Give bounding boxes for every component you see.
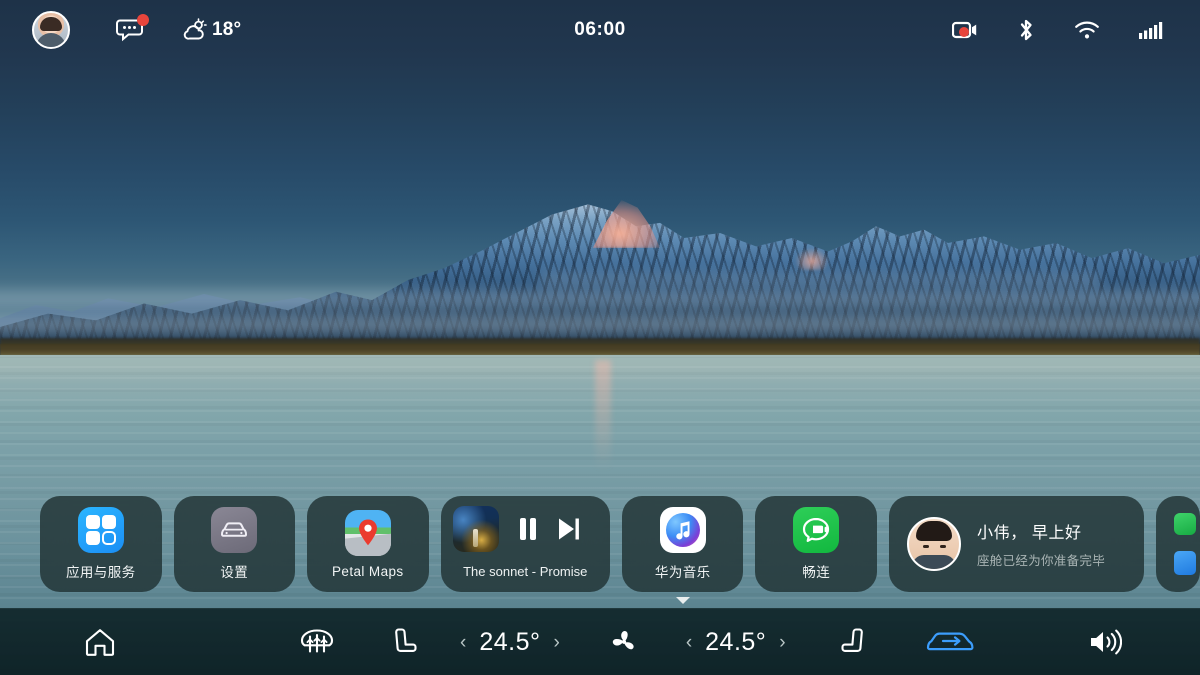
driver-seat-heat-button[interactable] [388, 626, 420, 658]
peek-green-app-icon [1174, 513, 1197, 535]
home-button[interactable] [84, 627, 116, 657]
infotainment-home-screen: 18° 06:00 应用与服务 设置 Petal Maps The sonnet… [0, 0, 1200, 675]
media-controls-row [452, 506, 598, 552]
driver-temperature-control: ‹ 24.5° › [460, 628, 560, 657]
chevron-down-icon[interactable] [675, 597, 690, 604]
clock: 06:00 [574, 19, 626, 40]
dock-label-settings: 设置 [220, 565, 249, 580]
driver-seat-icon [395, 628, 417, 652]
dock-card-settings[interactable]: 设置 [173, 496, 296, 592]
video-call-icon [793, 507, 840, 553]
passenger-seat-icon [841, 628, 863, 652]
fan-icon [612, 631, 634, 650]
dock-card-apps[interactable]: 应用与服务 [40, 496, 162, 592]
air-recirculation-button[interactable] [924, 626, 980, 658]
passenger-temp-decrease-button[interactable]: ‹ [686, 633, 692, 652]
greeting-title: 小伟， 早上好 [977, 525, 1082, 542]
climate-control-bar: ‹ 24.5° › ‹ 24.5° › [0, 608, 1200, 675]
album-art[interactable] [452, 506, 499, 552]
driver-temp-increase-button[interactable]: › [553, 633, 559, 652]
media-pause-button[interactable] [517, 516, 539, 542]
peek-blue-app-icon [1174, 551, 1197, 575]
passenger-temperature-control: ‹ 24.5° › [686, 628, 786, 657]
dashcam-recording-icon[interactable] [952, 20, 978, 40]
fan-button[interactable] [608, 626, 640, 658]
volume-icon [1091, 629, 1122, 655]
wallpaper-water-reflection [595, 360, 611, 470]
dock-card-greeting[interactable]: 小伟， 早上好 座舱已经为你准备完毕 [889, 496, 1145, 592]
driver-temperature-value: 24.5° [479, 627, 541, 656]
app-dock: 应用与服务 设置 Petal Maps The sonnet - Promise… [0, 496, 1200, 608]
air-recirculation-icon [926, 632, 974, 651]
dock-label-meetime: 畅连 [802, 565, 831, 580]
rear-defrost-icon [300, 629, 334, 653]
greeting-subtitle: 座舱已经为你准备完毕 [977, 554, 1106, 568]
status-bar: 18° 06:00 [0, 0, 1200, 60]
passenger-seat-heat-button[interactable] [838, 626, 870, 658]
dock-card-peek[interactable] [1156, 496, 1200, 592]
media-next-button[interactable] [557, 516, 581, 542]
volume-button[interactable] [1088, 627, 1122, 657]
map-pin-icon [344, 509, 391, 556]
greeting-text: 小伟， 早上好 座舱已经为你准备完毕 [977, 519, 1105, 569]
dock-label-maps: Petal Maps [332, 563, 404, 579]
music-note-icon [659, 507, 706, 553]
dock-card-media-player: The sonnet - Promise [440, 496, 610, 592]
dock-card-music[interactable]: 华为音乐 [621, 496, 744, 604]
app-grid-icon [77, 507, 124, 553]
car-settings-icon [211, 507, 258, 553]
wallpaper-mist-low [0, 308, 1200, 342]
dock-card-meetime[interactable]: 畅连 [755, 496, 877, 592]
passenger-temperature-value: 24.5° [705, 627, 767, 656]
dock-card-maps[interactable]: Petal Maps [307, 496, 429, 592]
recording-indicator-dot [959, 27, 969, 37]
passenger-temp-increase-button[interactable]: › [779, 633, 785, 652]
greeting-avatar [907, 517, 961, 571]
wallpaper-secondary-alpenglow [795, 248, 829, 270]
pause-icon [519, 518, 536, 540]
dock-label-music: 华为音乐 [654, 565, 711, 580]
home-icon [85, 629, 115, 656]
driver-temp-decrease-button[interactable]: ‹ [460, 633, 466, 652]
media-track-title: The sonnet - Promise [463, 564, 588, 579]
dock-label-apps: 应用与服务 [66, 565, 136, 580]
rear-defrost-button[interactable] [298, 627, 336, 657]
next-track-icon [558, 518, 579, 540]
